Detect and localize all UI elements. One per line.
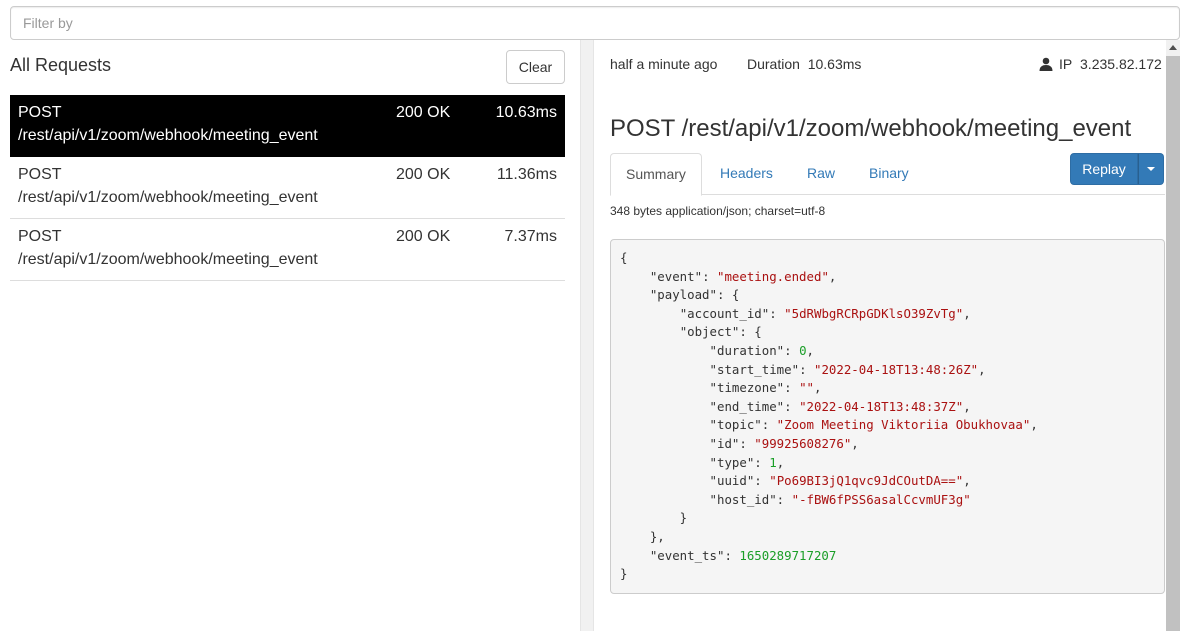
json-event: meeting.ended: [724, 268, 822, 284]
detail-scrollbar[interactable]: [1166, 40, 1180, 631]
json-id: 99925608276: [761, 435, 844, 451]
request-status: 200 OK: [396, 166, 451, 183]
requests-title: All Requests: [10, 55, 112, 75]
tab-binary[interactable]: Binary: [854, 153, 924, 195]
request-list: POST /rest/api/v1/zoom/webhook/meeting_e…: [10, 95, 565, 281]
replay-button-group: Replay: [1070, 153, 1164, 185]
request-ip: IP 3.235.82.172: [1039, 56, 1162, 72]
filter-bar: [10, 6, 1180, 40]
requests-panel: All Requests Clear POST /rest/api/v1/zoo…: [0, 40, 580, 631]
replay-dropdown-button[interactable]: [1138, 153, 1164, 185]
filter-input[interactable]: [10, 6, 1180, 40]
json-uuid: Po69BI3jQ1qvc9JdCOutDA==: [776, 473, 956, 489]
request-path: /rest/api/v1/zoom/webhook/meeting_event: [18, 251, 318, 268]
tab-headers[interactable]: Headers: [705, 153, 788, 195]
json-start-time: 2022-04-18T13:48:26Z: [821, 361, 971, 377]
request-duration: 10.63ms: [495, 104, 557, 121]
request-detail-panel: half a minute ago Duration 10.63ms IP 3.…: [595, 40, 1186, 631]
request-duration: 7.37ms: [504, 228, 557, 245]
user-icon: [1039, 57, 1053, 71]
json-type: 1: [769, 454, 777, 470]
request-path: /rest/api/v1/zoom/webhook/meeting_event: [18, 189, 318, 206]
caret-down-icon: [1147, 167, 1155, 171]
duration-value: 10.63ms: [807, 56, 862, 72]
request-method: POST: [18, 228, 62, 245]
request-status: 200 OK: [396, 228, 451, 245]
tab-summary[interactable]: Summary: [610, 153, 702, 196]
ip-label: IP: [1059, 56, 1073, 72]
request-status: 200 OK: [396, 104, 451, 121]
request-row[interactable]: POST /rest/api/v1/zoom/webhook/meeting_e…: [10, 157, 565, 219]
json-body: { "event": "meeting.ended", "payload": {…: [610, 239, 1165, 594]
request-title: POST /rest/api/v1/zoom/webhook/meeting_e…: [610, 115, 1132, 142]
request-method: POST: [18, 104, 62, 121]
json-host-id: -fBW6fPSS6asalCcvmUF3g: [799, 491, 964, 507]
request-method: POST: [18, 166, 62, 183]
json-event-ts: 1650289717207: [739, 547, 837, 563]
panel-splitter[interactable]: [580, 40, 594, 631]
request-path: /rest/api/v1/zoom/webhook/meeting_event: [18, 127, 318, 144]
scroll-up-icon: [1169, 45, 1177, 50]
body-meta: 348 bytes application/json; charset=utf-…: [610, 204, 826, 218]
request-time: half a minute ago: [610, 56, 718, 72]
request-row[interactable]: POST /rest/api/v1/zoom/webhook/meeting_e…: [10, 95, 565, 157]
duration-label: Duration: [747, 56, 800, 72]
replay-button[interactable]: Replay: [1070, 153, 1138, 185]
json-duration: 0: [799, 342, 807, 358]
ip-value: 3.235.82.172: [1080, 56, 1162, 72]
request-row[interactable]: POST /rest/api/v1/zoom/webhook/meeting_e…: [10, 219, 565, 281]
json-end-time: 2022-04-18T13:48:37Z: [806, 398, 956, 414]
json-account-id: 5dRWbgRCRpGDKlsO39ZvTg: [791, 305, 956, 321]
tab-raw[interactable]: Raw: [792, 153, 850, 195]
request-duration-meta: Duration 10.63ms: [747, 56, 861, 72]
request-duration: 11.36ms: [496, 166, 557, 183]
clear-button[interactable]: Clear: [506, 50, 565, 84]
json-topic: Zoom Meeting Viktoriia Obukhovaa: [784, 417, 1023, 433]
